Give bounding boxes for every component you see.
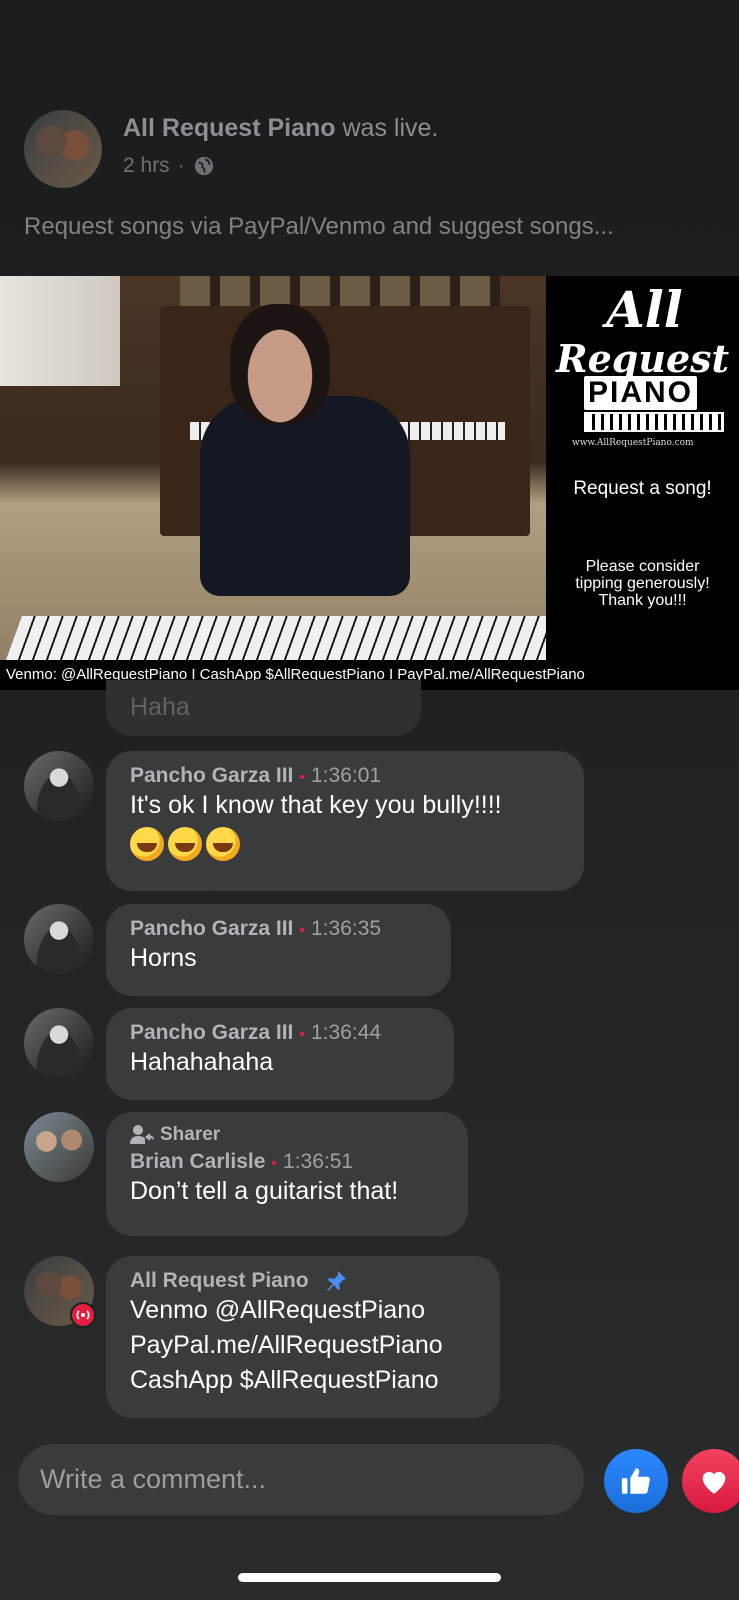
comment-bubble[interactable]: Pancho Garza III • 1:36:35 Horns: [106, 904, 451, 996]
avatar[interactable]: [24, 1112, 94, 1182]
logo-keys-icon: [584, 412, 724, 432]
logo-url: www.AllRequestPiano.com: [572, 438, 694, 448]
meta-separator: ·: [177, 154, 185, 177]
logo-all: All: [606, 280, 683, 339]
comment-author-line: Pancho Garza III • 1:36:44: [130, 1021, 430, 1045]
shelf: [180, 276, 500, 306]
comment-time: 1:36:51: [283, 1150, 354, 1173]
post-description[interactable]: Request songs via PayPal/Venmo and sugge…: [24, 213, 614, 241]
live-status: was live.: [335, 114, 439, 142]
rolling-laughing-emoji-icon: [168, 827, 202, 861]
avatar[interactable]: [24, 1256, 96, 1328]
comment-author-line: All Request Piano: [130, 1269, 476, 1293]
page-name[interactable]: All Request Piano: [123, 114, 336, 142]
love-button[interactable]: [682, 1449, 739, 1513]
share-icon: [130, 1125, 154, 1144]
faded-comment-text: Haha: [130, 693, 190, 721]
channel-logo: All Request PIANO www.AllRequestPiano.co…: [546, 276, 739, 451]
comment-line: PayPal.me/AllRequestPiano: [130, 1331, 443, 1360]
comment-author[interactable]: Pancho Garza III: [130, 1021, 293, 1044]
comment-bubble[interactable]: Pancho Garza III • 1:36:44 Hahahahaha: [106, 1008, 454, 1100]
overlay-panel: All Request PIANO www.AllRequestPiano.co…: [546, 276, 739, 690]
comment-text: Hahahahaha: [130, 1048, 274, 1076]
emoji-row: [130, 827, 560, 861]
curtain: [0, 276, 120, 386]
comment-time: 1:36:01: [311, 764, 382, 787]
avatar[interactable]: [24, 1008, 94, 1078]
page-avatar[interactable]: [24, 110, 102, 188]
logo-piano: PIANO: [584, 376, 698, 410]
live-video[interactable]: All Request PIANO www.AllRequestPiano.co…: [0, 276, 739, 690]
post-time[interactable]: 2 hrs: [123, 154, 170, 178]
comment-line: Venmo @AllRequestPiano: [130, 1296, 425, 1325]
live-badge-icon: [70, 1302, 96, 1328]
heart-icon: [702, 1471, 726, 1494]
video-frame: [0, 276, 568, 690]
comment-text: It's ok I know that key you bully!!!!: [130, 791, 502, 819]
request-song-text: Request a song!: [573, 478, 712, 499]
dot-separator: •: [299, 1026, 305, 1043]
comment-author-line: Pancho Garza III • 1:36:35: [130, 917, 427, 941]
sharer-badge: Sharer: [130, 1124, 444, 1146]
comment-time: 1:36:35: [311, 917, 382, 940]
thumbs-up-icon: [621, 1468, 650, 1494]
tip-line-1: Please consider: [585, 558, 700, 575]
comment-time: 1:36:44: [311, 1021, 382, 1044]
comment-line: CashApp $AllRequestPiano: [130, 1366, 439, 1395]
post-title: All Request Piano was live.: [123, 114, 438, 143]
comment-author[interactable]: All Request Piano: [130, 1269, 309, 1292]
rolling-laughing-emoji-icon: [130, 827, 164, 861]
home-indicator[interactable]: [238, 1573, 501, 1582]
comment-author[interactable]: Pancho Garza III: [130, 764, 293, 787]
comment-input[interactable]: [40, 1444, 560, 1515]
comment-author[interactable]: Brian Carlisle: [130, 1150, 265, 1173]
performer-body: [200, 396, 410, 596]
rolling-laughing-emoji-icon: [206, 827, 240, 861]
comment-bubble[interactable]: All Request Piano Venmo @AllRequestPiano…: [106, 1256, 500, 1418]
avatar[interactable]: [24, 904, 94, 974]
dot-separator: •: [299, 769, 305, 786]
tip-text: Please consider tipping generously! Than…: [546, 558, 739, 609]
comment-author-line: Pancho Garza III • 1:36:01: [130, 764, 560, 788]
comment-text: Horns: [130, 944, 197, 972]
comment-composer[interactable]: [18, 1444, 584, 1515]
comment-bubble[interactable]: Sharer Brian Carlisle • 1:36:51 Don’t tell…: [106, 1112, 468, 1236]
comment-text: Don’t tell a guitarist that!: [130, 1177, 399, 1205]
avatar[interactable]: [24, 751, 94, 821]
pin-icon: [327, 1271, 347, 1292]
logo-request: Request: [556, 336, 730, 381]
dot-separator: •: [271, 1155, 278, 1172]
performer-head: [230, 304, 330, 424]
like-button[interactable]: [604, 1449, 668, 1513]
comment-author-line: Brian Carlisle • 1:36:51: [130, 1150, 444, 1174]
sharer-label: Sharer: [160, 1124, 221, 1145]
dot-separator: •: [299, 922, 305, 939]
tip-line-3: Thank you!!!: [598, 592, 687, 609]
post-header: All Request Piano was live. 2 hrs ·: [24, 110, 724, 190]
comment-bubble[interactable]: Pancho Garza III • 1:36:01 It's ok I know …: [106, 751, 584, 891]
comment-author[interactable]: Pancho Garza III: [130, 917, 293, 940]
post-meta: 2 hrs ·: [123, 154, 215, 178]
tip-line-2: tipping generously!: [575, 575, 710, 592]
globe-icon: [194, 156, 213, 176]
